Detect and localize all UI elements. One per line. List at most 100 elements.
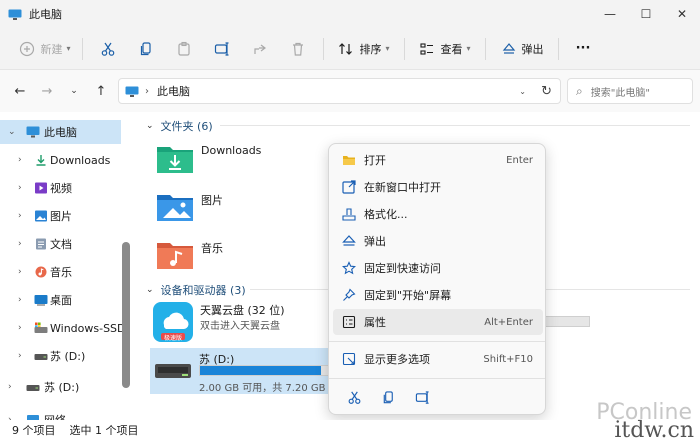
folder-name: 音乐	[201, 242, 223, 255]
drive-icon	[26, 385, 40, 391]
chevron-right-icon[interactable]: ›	[18, 295, 22, 305]
rename-icon	[415, 390, 429, 404]
up-button[interactable]: ↑	[89, 79, 113, 103]
music-folder-icon	[157, 243, 193, 269]
folder-item[interactable]: 音乐	[155, 238, 223, 272]
refresh-icon[interactable]: ↻	[541, 84, 552, 99]
copy-icon	[140, 41, 151, 55]
sidebar-item-documents[interactable]: › 文档	[0, 232, 121, 256]
group-header-folders[interactable]: ⌄ 文件夹 (6)	[146, 118, 213, 134]
minimize-button[interactable]: —	[592, 0, 628, 28]
group-divider	[220, 125, 690, 126]
forward-button[interactable]: →	[35, 79, 59, 103]
chevron-down-icon[interactable]: ⌄	[146, 121, 154, 131]
chevron-down-icon: ▾	[466, 44, 471, 53]
breadcrumb[interactable]: 此电脑	[157, 83, 190, 99]
menu-item-label: 弹出	[364, 235, 386, 248]
status-bar: 9 个项目 选中 1 个项目	[0, 420, 700, 440]
cut-button[interactable]	[337, 384, 371, 410]
video-icon	[35, 182, 47, 194]
search-input[interactable]: ⌕ 搜索"此电脑"	[567, 78, 693, 104]
menu-item-properties[interactable]: 属性 Alt+Enter	[333, 309, 543, 335]
sidebar-item-label: Windows-SSD	[50, 321, 126, 335]
chevron-right-icon[interactable]: ›	[18, 211, 22, 221]
menu-item-more-options[interactable]: 显示更多选项 Shift+F10	[333, 346, 543, 372]
drive-description: 双击进入天翼云盘	[200, 321, 280, 332]
new-window-icon	[341, 179, 357, 195]
view-button[interactable]: 查看 ▾	[411, 34, 479, 64]
menu-item-eject[interactable]: 弹出	[333, 228, 543, 254]
copy-button[interactable]	[127, 34, 165, 64]
sidebar-scrollbar[interactable]	[122, 242, 130, 388]
sidebar-item-network[interactable]: › 网络	[0, 408, 121, 420]
sidebar-item-music[interactable]: › 音乐	[0, 260, 121, 284]
group-header-drives[interactable]: ⌄ 设备和驱动器 (3)	[146, 282, 246, 298]
computer-icon	[125, 86, 139, 97]
sort-icon	[339, 42, 353, 55]
music-icon	[35, 266, 47, 278]
menu-item-pin-start[interactable]: 固定到"开始"屏幕	[333, 282, 543, 308]
sort-button[interactable]: 排序 ▾	[330, 34, 398, 64]
eject-button[interactable]: 弹出	[492, 34, 552, 64]
drive-badge: 极速版	[164, 335, 183, 342]
sidebar-item-drive-d[interactable]: › 苏 (D:)	[0, 344, 121, 368]
cut-button[interactable]	[89, 34, 127, 64]
star-icon	[341, 260, 357, 276]
selection-count: 选中 1 个项目	[69, 424, 139, 437]
sidebar-item-videos[interactable]: › 视频	[0, 176, 121, 200]
folder-item[interactable]: Downloads	[155, 142, 261, 176]
sidebar-item-label: 视频	[50, 182, 72, 195]
chevron-down-icon[interactable]: ⌄	[8, 127, 16, 137]
address-bar[interactable]: › 此电脑 ⌄ ↻	[118, 78, 561, 104]
maximize-button[interactable]: ☐	[628, 0, 664, 28]
sidebar-item-label: 桌面	[50, 294, 72, 307]
more-options-icon	[341, 351, 357, 367]
chevron-down-icon[interactable]: ⌄	[519, 87, 526, 96]
search-icon: ⌕	[576, 83, 583, 98]
chevron-right-icon[interactable]: ›	[18, 323, 22, 333]
folder-item[interactable]: 图片	[155, 190, 223, 224]
back-button[interactable]: ←	[8, 79, 32, 103]
more-button[interactable]: ···	[565, 34, 601, 64]
chevron-right-icon[interactable]: ›	[18, 183, 22, 193]
delete-button[interactable]	[279, 34, 317, 64]
rename-button[interactable]	[405, 384, 439, 410]
context-menu: 打开 Enter 在新窗口中打开 格式化... 弹出 固定到快速访问 固定到"开…	[328, 143, 546, 415]
menu-item-pin-quick-access[interactable]: 固定到快速访问	[333, 255, 543, 281]
menu-item-label: 属性	[364, 316, 386, 329]
menu-item-open[interactable]: 打开 Enter	[333, 147, 543, 173]
menu-item-shortcut: Shift+F10	[483, 353, 533, 365]
chevron-down-icon[interactable]: ⌄	[146, 285, 154, 295]
sidebar-item-pictures[interactable]: › 图片	[0, 204, 121, 228]
menu-item-open-new-window[interactable]: 在新窗口中打开	[333, 174, 543, 200]
menu-item-format[interactable]: 格式化...	[333, 201, 543, 227]
pictures-icon	[35, 210, 47, 222]
recent-dropdown-button[interactable]: ⌄	[62, 79, 86, 103]
system-drive-icon	[34, 322, 48, 333]
sidebar-item-label: Downloads	[50, 153, 111, 167]
computer-icon	[26, 126, 40, 138]
sidebar-item-label: 此电脑	[44, 126, 77, 139]
drive-item-d[interactable]: 苏 (D:) 2.00 GB 可用，共 7.20 GB	[150, 348, 369, 394]
sidebar-item-label: 苏 (D:)	[44, 381, 80, 394]
share-icon	[254, 44, 266, 54]
title-bar: 此电脑 — ☐ ✕	[0, 0, 700, 28]
chevron-right-icon[interactable]: ›	[18, 267, 22, 277]
new-button[interactable]: 新建 ▾	[14, 34, 76, 64]
rename-button[interactable]	[203, 34, 241, 64]
sidebar-item-desktop[interactable]: › 桌面	[0, 288, 121, 312]
copy-button[interactable]	[371, 384, 405, 410]
folder-name: 图片	[201, 194, 223, 207]
sidebar-item-drive-d-root[interactable]: › 苏 (D:)	[0, 375, 121, 399]
sidebar-item-this-pc[interactable]: ⌄ 此电脑	[0, 120, 121, 144]
chevron-right-icon[interactable]: ›	[18, 155, 22, 165]
share-button[interactable]	[241, 34, 279, 64]
sidebar-item-windows-ssd[interactable]: › Windows-SSD	[0, 316, 126, 340]
close-button[interactable]: ✕	[664, 0, 700, 28]
paste-button[interactable]	[165, 34, 203, 64]
sidebar-item-downloads[interactable]: › Downloads	[0, 148, 121, 172]
chevron-right-icon[interactable]: ›	[18, 351, 22, 361]
chevron-right-icon[interactable]: ›	[18, 239, 22, 249]
eject-icon	[341, 233, 357, 249]
chevron-right-icon[interactable]: ›	[8, 382, 12, 392]
